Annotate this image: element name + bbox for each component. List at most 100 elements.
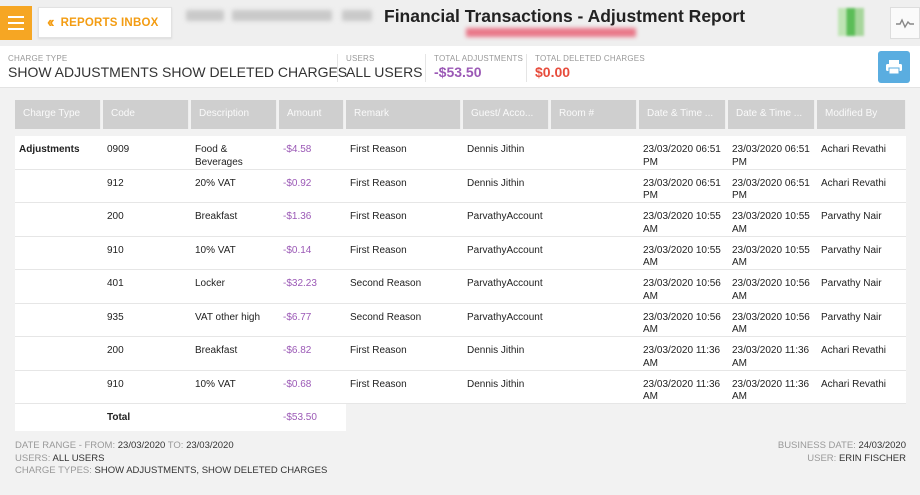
avatar[interactable] <box>838 8 864 36</box>
cell-desc: Food & Beverages <box>195 144 243 168</box>
cell-code: 0909 <box>107 144 130 155</box>
redacted-text <box>232 10 332 21</box>
print-button[interactable] <box>878 51 910 83</box>
cell-dt1: 23/03/2020 06:51 PM <box>643 177 721 202</box>
cell-desc: Locker <box>195 278 226 289</box>
cell-dt1: 23/03/2020 10:56 AM <box>643 311 721 336</box>
date-from: 23/03/2020 <box>117 440 166 451</box>
charge-type-summary: CHARGE TYPE SHOW ADJUSTMENTS SHOW DELETE… <box>8 54 347 80</box>
footer-users: ALL USERS <box>52 452 105 464</box>
column-header[interactable]: Amount <box>279 100 344 129</box>
cell-guest: ParvathyAccount <box>467 278 543 289</box>
pulse-icon <box>896 18 914 29</box>
cell-code: 401 <box>107 278 124 289</box>
table-row[interactable]: 200 Breakfast -$6.82 First Reason Dennis Jit… <box>15 337 906 371</box>
cell-amount: -$6.77 <box>283 311 312 323</box>
table-row[interactable]: 912 20% VAT -$0.92 First Reason Dennis Jithi… <box>15 169 906 203</box>
total-label: Total <box>107 412 131 423</box>
column-header[interactable]: Modified By <box>817 100 906 129</box>
total-amount: -$53.50 <box>283 412 317 423</box>
cell-remark: First Reason <box>350 345 407 356</box>
top-bar: ‹‹ REPORTS INBOX Financial Transactions … <box>0 0 920 46</box>
cell-code: 935 <box>107 311 124 323</box>
footer-user: ERIN FISCHER <box>838 452 906 464</box>
divider <box>526 54 527 82</box>
cell-guest: Dennis Jithin <box>467 144 525 155</box>
table-row[interactable]: 200 Breakfast -$1.36 First Reason ParvathyAc… <box>15 203 906 237</box>
charge-type-label: CHARGE TYPE <box>8 54 68 63</box>
cell-by: Parvathy Nair <box>821 211 882 222</box>
cell-desc: Breakfast <box>195 345 238 356</box>
cell-remark: First Reason <box>350 244 407 256</box>
column-header[interactable]: Description <box>191 100 277 129</box>
cell-remark: Second Reason <box>350 278 422 289</box>
total-deleted-value: $0.00 <box>535 64 571 80</box>
column-header[interactable]: Room # <box>551 100 637 129</box>
redacted-notice <box>466 28 636 37</box>
total-adjustments-label: TOTAL ADJUSTMENTS <box>434 54 524 63</box>
cell-amount: -$0.68 <box>283 378 312 390</box>
user-line: USER: ERIN FISCHER <box>807 452 906 464</box>
reports-inbox-button[interactable]: ‹‹ REPORTS INBOX <box>38 7 172 38</box>
cell-guest: ParvathyAccount <box>467 244 543 256</box>
total-deleted-label: TOTAL DELETED CHARGES <box>535 54 645 63</box>
menu-icon <box>8 16 24 18</box>
cell-by: Achari Revathi <box>821 177 887 189</box>
cell-code: 910 <box>107 244 124 256</box>
cell-guest: ParvathyAccount <box>467 211 543 222</box>
cell-desc: 20% VAT <box>195 177 236 189</box>
print-icon <box>886 60 902 75</box>
page-title: Financial Transactions - Adjustment Repo… <box>384 6 746 26</box>
users-summary: USERS ALL USERS <box>346 54 423 80</box>
total-adjustments-value: -$53.50 <box>434 64 482 80</box>
cell-dt2: 23/03/2020 11:36 AM <box>732 378 810 403</box>
cell-dt1: 23/03/2020 11:36 AM <box>643 378 721 403</box>
cell-guest: Dennis Jithin <box>467 177 525 189</box>
cell-amount: -$0.14 <box>283 244 312 256</box>
date-to: 23/03/2020 <box>186 440 234 451</box>
cell-remark: First Reason <box>350 211 407 222</box>
table-row[interactable]: 935 VAT other high -$6.77 Second Reason Parv… <box>15 303 906 337</box>
divider <box>337 54 338 82</box>
cell-desc: VAT other high <box>195 311 261 323</box>
table-row[interactable]: Adjustments 0909 Food & Beverages -$4.58 Fir… <box>15 136 906 170</box>
menu-button[interactable] <box>0 6 32 40</box>
double-chevron-left-icon: ‹‹ <box>47 13 54 31</box>
total-adjustments-summary: TOTAL ADJUSTMENTS -$53.50 <box>434 54 523 80</box>
business-date-line: BUSINESS DATE: 24/03/2020 <box>777 440 906 451</box>
report-filters: DATE RANGE - FROM: 23/03/2020 TO: 23/03/… <box>15 440 327 478</box>
charge-types-line: CHARGE TYPES: SHOW ADJUSTMENTS, SHOW DEL… <box>15 465 328 476</box>
users-value: ALL USERS <box>346 64 423 80</box>
activity-button[interactable] <box>890 7 920 39</box>
cell-by: Parvathy Nair <box>821 244 882 256</box>
users-line: USERS: ALL USERS <box>15 452 105 464</box>
column-header[interactable]: Date & Time ... <box>728 100 815 129</box>
table-row[interactable]: 910 10% VAT -$0.68 First Reason Dennis Jithi… <box>15 370 906 404</box>
report-meta: BUSINESS DATE: 24/03/2020 USER: ERIN FIS… <box>778 440 906 465</box>
users-label: USERS <box>346 54 375 63</box>
cell-amount: -$6.82 <box>283 345 312 356</box>
cell-remark: Second Reason <box>350 311 422 323</box>
table-row[interactable]: 401 Locker -$32.23 Second Reason ParvathyAcc… <box>15 270 906 304</box>
table-row[interactable]: 910 10% VAT -$0.14 First Reason ParvathyAcco… <box>15 236 906 270</box>
cell-code: 200 <box>107 345 124 356</box>
footer-charge-types: SHOW ADJUSTMENTS, SHOW DELETED CHARGES <box>94 465 328 476</box>
cell-amount: -$4.58 <box>283 144 312 155</box>
cell-dt1: 23/03/2020 11:36 AM <box>643 345 721 369</box>
column-header[interactable]: Charge Type <box>15 100 101 129</box>
redacted-text <box>186 10 224 21</box>
total-deleted-summary: TOTAL DELETED CHARGES $0.00 <box>535 54 645 80</box>
cell-dt2: 23/03/2020 10:55 AM <box>732 244 810 269</box>
cell-dt2: 23/03/2020 11:36 AM <box>732 345 810 369</box>
cell-by: Achari Revathi <box>821 144 887 155</box>
cell-dt2: 23/03/2020 10:56 AM <box>732 278 810 302</box>
cell-by: Parvathy Nair <box>821 278 882 289</box>
cell-code: 912 <box>107 177 124 189</box>
cell-guest: Dennis Jithin <box>467 345 525 356</box>
column-header[interactable]: Code <box>103 100 189 129</box>
cell-code: 200 <box>107 211 124 222</box>
cell-by: Achari Revathi <box>821 345 887 356</box>
column-header[interactable]: Date & Time ... <box>639 100 726 129</box>
column-header[interactable]: Guest/ Acco... <box>463 100 549 129</box>
column-header[interactable]: Remark <box>346 100 461 129</box>
